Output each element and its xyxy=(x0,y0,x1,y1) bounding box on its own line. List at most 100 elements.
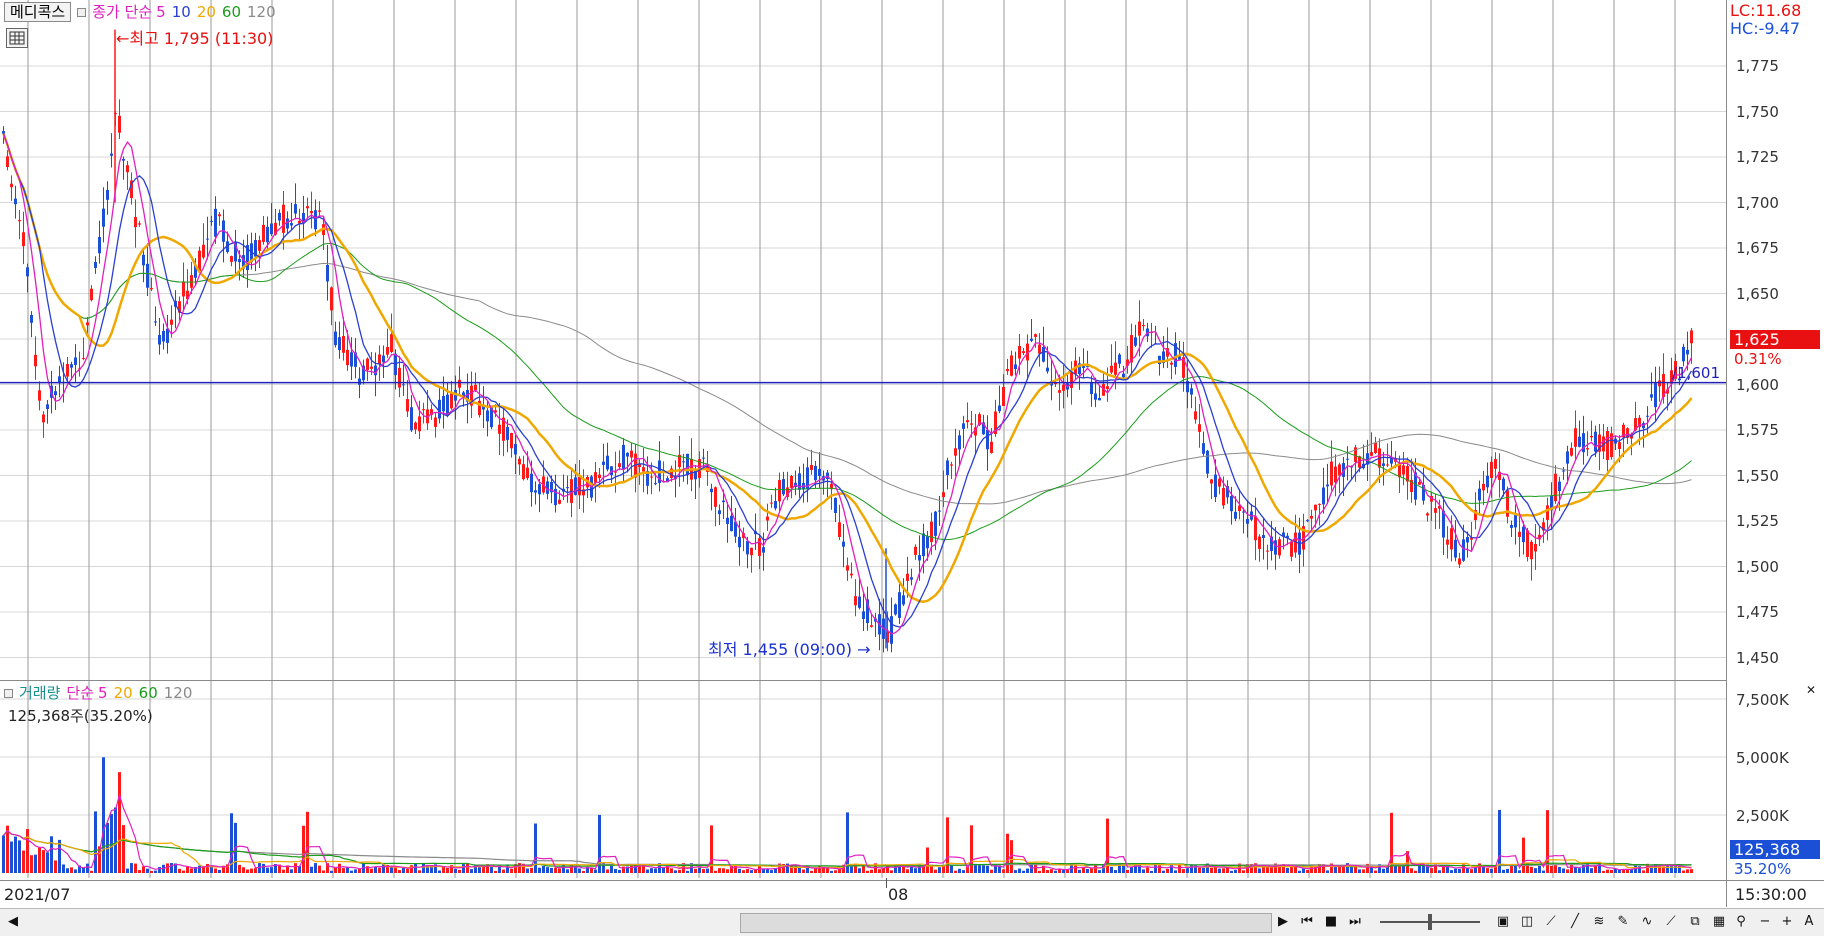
volume-bar xyxy=(74,869,77,873)
volume-bar xyxy=(66,868,69,873)
image-icon[interactable]: ▦ xyxy=(1708,912,1730,932)
candle-body xyxy=(450,392,453,409)
fib-icon[interactable]: ≋ xyxy=(1588,912,1610,932)
candle-body xyxy=(26,267,29,277)
candle-body xyxy=(94,262,97,268)
candle-body xyxy=(1486,475,1489,488)
magnify-icon[interactable]: ⚲ xyxy=(1730,912,1752,932)
volume-bar xyxy=(1374,870,1377,873)
volume-legend-toggle-icon[interactable] xyxy=(4,689,13,698)
volume-bar xyxy=(330,870,333,873)
volume-bar xyxy=(1306,869,1309,873)
brush-icon[interactable]: ⟋ xyxy=(1660,912,1682,932)
volume-legend-label: 거래량 xyxy=(19,684,61,702)
ma20-legend: 20 xyxy=(196,3,216,21)
ma10-line xyxy=(2,133,1693,628)
volume-bar xyxy=(1686,869,1689,873)
volume-bar xyxy=(350,870,353,873)
close-panel-icon[interactable]: ✕ xyxy=(1806,684,1818,696)
candle-body xyxy=(738,536,741,548)
volume-bar xyxy=(394,867,397,873)
volume-bar xyxy=(934,869,937,873)
volume-bar xyxy=(1302,868,1305,873)
candle-body xyxy=(210,220,213,222)
volume-bar xyxy=(478,867,481,873)
volume-chart-panel[interactable]: 거래량 단순 5 20 60 120 125,368주(35.20%) xyxy=(0,681,1726,878)
candle-body xyxy=(926,536,929,549)
candle-body xyxy=(266,226,269,243)
candle-body xyxy=(106,189,109,200)
volume-bar xyxy=(1522,837,1525,873)
zoom-out-icon[interactable]: − xyxy=(1754,912,1776,932)
ma60-legend: 60 xyxy=(221,3,241,21)
volume-info: 125,368주(35.20%) xyxy=(8,707,153,725)
candle-body xyxy=(1046,367,1049,372)
volume-bar xyxy=(558,868,561,873)
volume-bar xyxy=(1670,865,1673,873)
candle-body xyxy=(1218,478,1221,487)
candle-body xyxy=(890,616,893,644)
volume-bar xyxy=(642,866,645,873)
candle-body xyxy=(262,224,265,242)
scroll-thumb[interactable] xyxy=(740,913,1272,933)
candle-body xyxy=(270,223,273,235)
candle-body xyxy=(1466,537,1469,543)
volume-bar xyxy=(970,825,973,873)
volume-bar xyxy=(1098,870,1101,873)
price-tick-label: 1,650 xyxy=(1736,284,1779,303)
split-icon[interactable]: ◫ xyxy=(1516,912,1538,932)
volume-bar xyxy=(702,869,705,873)
volume-bar xyxy=(502,869,505,873)
price-chart-panel[interactable]: 메디콕스 종가 단순 5 10 20 60 120 ←최고 1,795 (11:30) 최저… xyxy=(0,0,1726,681)
hc-label: HC:-9.47 xyxy=(1730,19,1800,38)
wave-icon[interactable]: ∿ xyxy=(1636,912,1658,932)
price-chart-svg[interactable] xyxy=(0,0,1726,680)
play-icon[interactable]: ▶ xyxy=(1272,912,1294,932)
volume-bar xyxy=(1014,870,1017,873)
volume-bar xyxy=(906,869,909,873)
volume-bar xyxy=(158,867,161,873)
stop-icon[interactable]: ■ xyxy=(1320,912,1342,932)
text-tool-icon[interactable]: A xyxy=(1798,912,1820,932)
stock-name-box[interactable]: 메디콕스 xyxy=(4,2,72,22)
fast-forward-icon[interactable]: ⏭ xyxy=(1344,912,1366,932)
candle-body xyxy=(538,484,541,495)
candle-body xyxy=(458,379,461,388)
candle-body xyxy=(990,441,993,453)
candle-body xyxy=(214,208,217,237)
trend-icon[interactable]: ⟋ xyxy=(1540,912,1562,932)
candle-body xyxy=(642,467,645,472)
volume-bar xyxy=(1222,868,1225,873)
volume-bar xyxy=(982,865,985,873)
current-volume-pct: 35.20% xyxy=(1734,860,1792,878)
candle-body xyxy=(1374,442,1377,453)
zoom-slider-handle[interactable] xyxy=(1428,914,1432,930)
zoom-in-icon[interactable]: + xyxy=(1776,912,1798,932)
right-price-axis[interactable] xyxy=(1726,0,1824,880)
volume-bar xyxy=(306,811,309,873)
candle-body xyxy=(1242,511,1245,513)
candle-body xyxy=(1450,528,1453,550)
grid-table-icon[interactable] xyxy=(6,28,28,48)
candle-body xyxy=(506,426,509,440)
volume-bar xyxy=(714,870,717,873)
candle-body xyxy=(838,522,841,537)
rewind-icon[interactable]: ⏮ xyxy=(1296,912,1318,932)
layout-icon[interactable]: ▣ xyxy=(1492,912,1514,932)
volume-bar xyxy=(1186,868,1189,873)
volume-bar xyxy=(294,863,297,873)
line-tool-icon[interactable]: ╱ xyxy=(1564,912,1586,932)
candle-body xyxy=(718,510,721,515)
volume-bar xyxy=(510,868,513,873)
legend-toggle-icon[interactable] xyxy=(77,8,87,17)
volume-bar xyxy=(866,870,869,873)
scroll-left-icon[interactable]: ◀ xyxy=(2,912,24,932)
volume-bar xyxy=(354,869,357,873)
copy-icon[interactable]: ⧉ xyxy=(1684,912,1706,932)
pen-icon[interactable]: ✎ xyxy=(1612,912,1634,932)
candle-body xyxy=(438,399,441,419)
volume-bar xyxy=(374,866,377,873)
volume-bar xyxy=(138,870,141,873)
volume-bar xyxy=(1682,870,1685,873)
volume-chart-svg[interactable] xyxy=(0,681,1726,878)
